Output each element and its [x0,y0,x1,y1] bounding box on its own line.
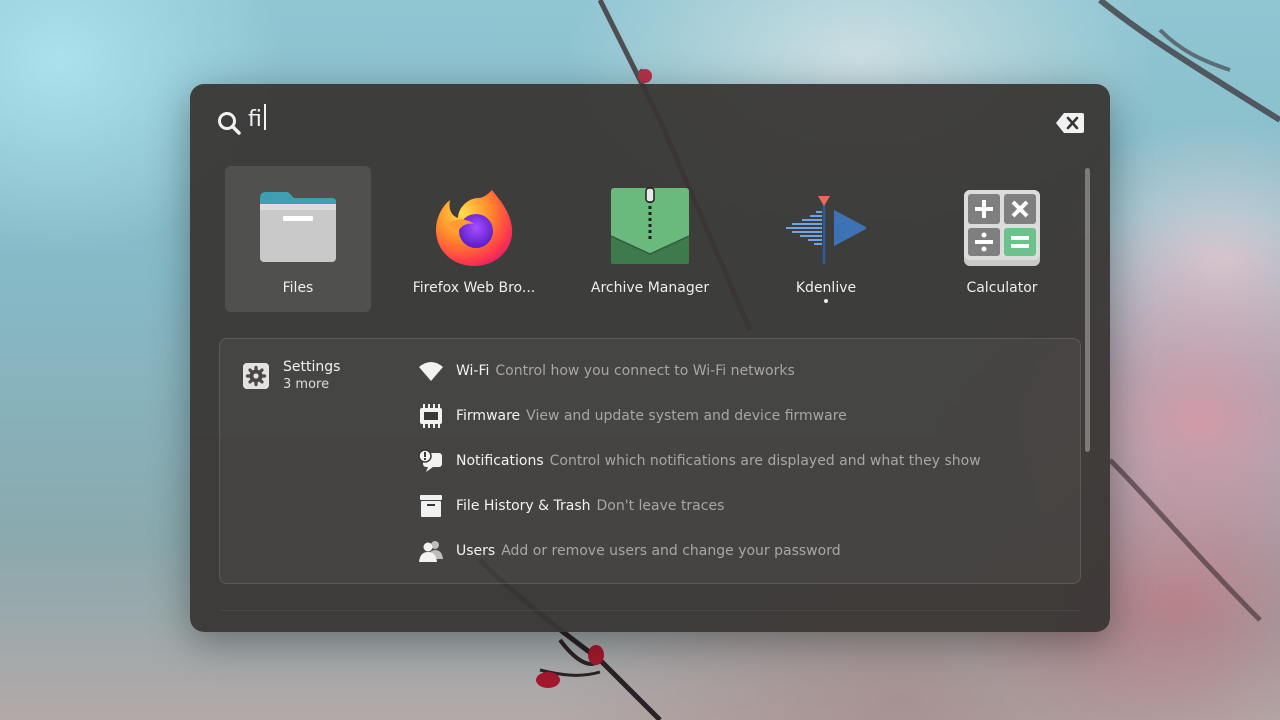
app-tile-calculator[interactable]: Calculator [929,166,1075,312]
clear-search-icon[interactable] [1056,112,1084,134]
running-indicator [824,299,828,303]
result-title: Wi-Fi [456,363,490,379]
scrollbar[interactable] [1085,168,1090,452]
firmware-chip-icon [420,404,442,428]
result-wifi[interactable]: Wi-Fi Control how you connect to Wi-Fi n… [418,356,1058,386]
archive-icon [610,187,690,264]
app-label: Firefox Web Bro... [412,280,536,296]
wifi-icon [419,362,443,381]
users-icon [419,541,443,562]
result-description: View and update system and device firmwa… [526,408,847,424]
app-tile-kdenlive[interactable]: Kdenlive [753,166,899,312]
divider [219,610,1081,611]
folder-icon [260,192,336,262]
app-label: Calculator [966,280,1038,296]
app-launcher: fi Files Firefox Web Bro... Archive Mana… [190,84,1110,632]
more-results-count[interactable]: 3 more [283,377,329,392]
result-file-history-trash[interactable]: File History & Trash Don't leave traces [418,491,1058,521]
result-description: Control how you connect to Wi-Fi network… [495,363,795,379]
settings-results-panel: Settings 3 more Wi-Fi Control how you co… [219,338,1081,584]
app-label: Kdenlive [795,280,857,296]
gear-icon[interactable] [243,363,269,389]
result-description: Control which notifications are displaye… [549,453,981,469]
calculator-icon [964,190,1040,266]
app-label: Files [282,280,314,296]
notification-bubble-icon [418,449,442,472]
result-description: Don't leave traces [596,498,725,514]
app-tile-archive-manager[interactable]: Archive Manager [577,166,723,312]
result-users[interactable]: Users Add or remove users and change you… [418,536,1058,566]
kdenlive-icon [786,196,866,264]
app-tile-firefox[interactable]: Firefox Web Bro... [401,166,547,312]
result-firmware[interactable]: Firmware View and update system and devi… [418,401,1058,431]
result-title: File History & Trash [456,498,591,514]
search-query: fi [248,107,262,132]
result-title: Firmware [456,408,521,424]
result-notifications[interactable]: Notifications Control which notification… [418,446,1058,476]
search-input[interactable]: fi [248,104,848,136]
provider-name[interactable]: Settings [283,359,340,375]
app-tile-files[interactable]: Files [225,166,371,312]
search-icon [218,112,241,135]
app-label: Archive Manager [590,280,710,296]
text-caret [263,104,266,130]
result-title: Notifications [456,453,544,469]
result-description: Add or remove users and change your pass… [501,543,841,559]
file-box-icon [420,495,442,517]
result-title: Users [456,543,496,559]
firefox-icon [436,190,513,266]
